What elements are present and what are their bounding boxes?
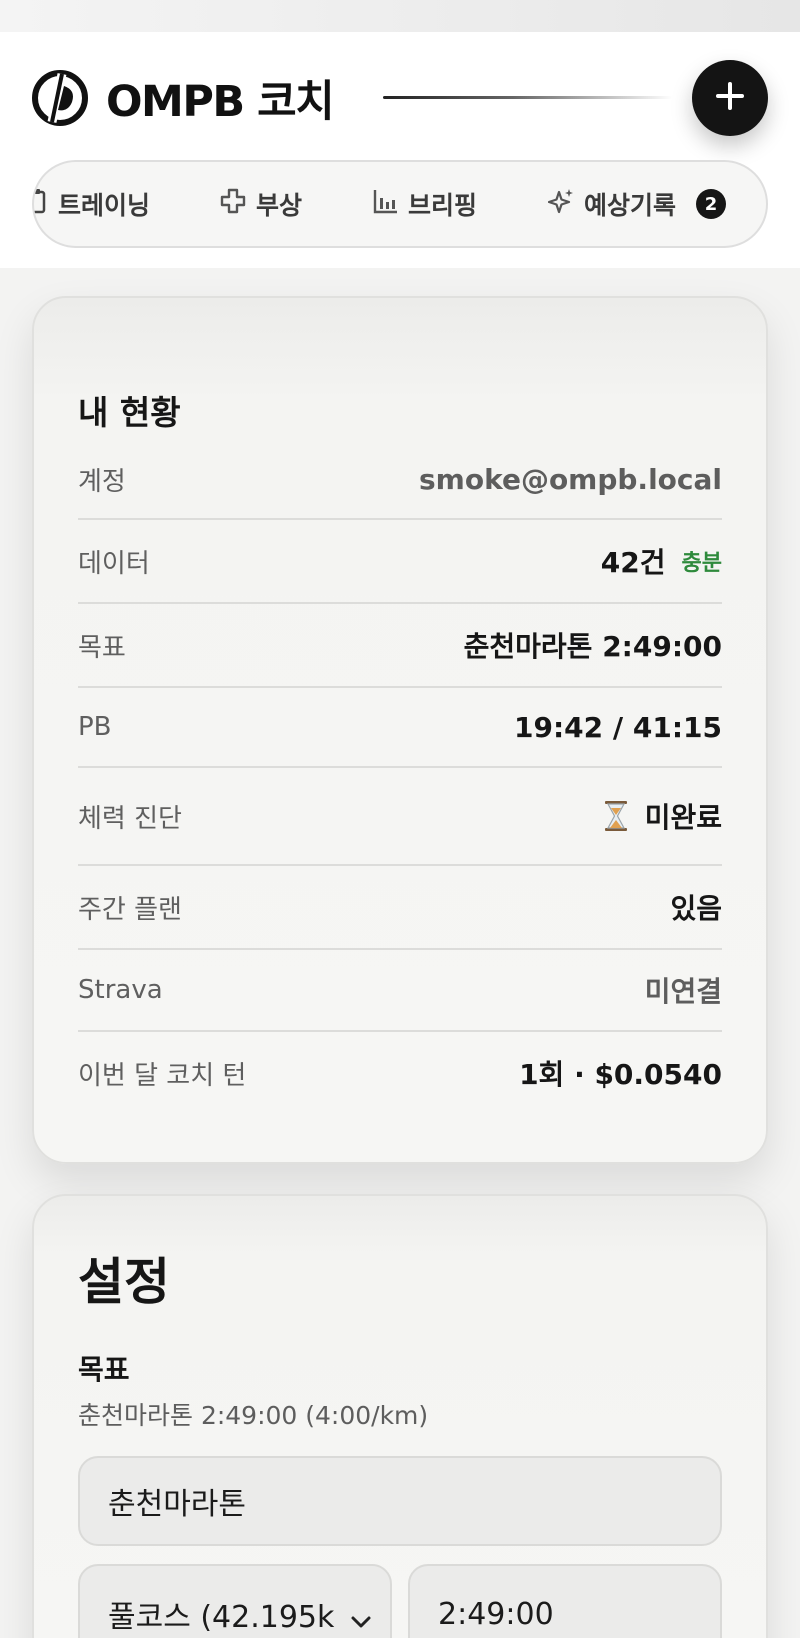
status-title: 내 현황 — [78, 393, 181, 432]
status-row-pb: PB 19:42 / 41:15 — [78, 688, 722, 768]
race-name-value: 춘천마라톤 — [108, 1487, 246, 1522]
row-label: 계정 — [78, 466, 126, 497]
hourglass-icon — [603, 800, 629, 832]
distance-value: 풀코스 (42.195k — [108, 1600, 335, 1635]
row-label: Strava — [78, 975, 163, 1005]
goal-value: 춘천마라톤 2:49:00 — [463, 630, 722, 663]
top-strip — [0, 0, 800, 32]
account-email: smoke@ompb.local — [419, 462, 722, 496]
data-count: 42건 충분 — [601, 541, 722, 581]
app-header: OMPB 코치 트레이닝 부상 브리핑 예상기록 2 — [0, 32, 800, 268]
pb-value: 19:42 / 41:15 — [514, 710, 722, 744]
tab-training[interactable]: 트레이닝 — [34, 162, 151, 246]
sparkle-icon — [547, 188, 584, 220]
settings-title: 설정 — [78, 1253, 170, 1311]
fitness-value: 미완료 — [644, 801, 722, 834]
plus-icon — [715, 81, 745, 115]
data-count-value: 42건 — [600, 546, 666, 579]
status-row-goal: 목표 춘천마라톤 2:49:00 — [78, 604, 722, 688]
brand[interactable]: OMPB 코치 — [32, 70, 335, 127]
tab-training-label: 트레이닝 — [58, 191, 151, 220]
status-row-weekly-plan: 주간 플랜 있음 — [78, 866, 722, 950]
status-row-account: 계정 smoke@ompb.local — [78, 440, 722, 520]
medical-cross-icon — [220, 188, 256, 220]
status-card: 내 현황 계정 smoke@ompb.local 데이터 42건 충분 목표 춘… — [32, 296, 768, 1164]
row-label: 주간 플랜 — [78, 894, 182, 925]
tab-injury-label: 부상 — [256, 191, 303, 220]
tab-briefing[interactable]: 브리핑 — [372, 162, 477, 246]
row-label: 체력 진단 — [78, 803, 182, 834]
brand-name: OMPB 코치 — [106, 77, 335, 127]
bar-chart-icon — [372, 188, 408, 220]
target-time-input[interactable]: 2:49:00 — [408, 1564, 722, 1638]
row-label: 데이터 — [78, 548, 150, 579]
status-row-strava: Strava 미연결 — [78, 950, 722, 1032]
target-time-value: 2:49:00 — [438, 1596, 554, 1632]
tab-briefing-label: 브리핑 — [408, 191, 478, 220]
tab-injury[interactable]: 부상 — [220, 162, 302, 246]
status-row-data: 데이터 42건 충분 — [78, 520, 722, 604]
chevron-down-icon — [350, 1602, 372, 1637]
row-label: 이번 달 코치 턴 — [78, 1060, 247, 1091]
settings-card: 설정 목표 춘천마라톤 2:49:00 (4:00/km) 춘천마라톤 풀코스 … — [32, 1194, 768, 1638]
tab-prediction[interactable]: 예상기록 2 — [547, 162, 727, 246]
weekly-plan-value: 있음 — [670, 892, 722, 925]
strava-value: 미연결 — [644, 975, 722, 1008]
goal-heading: 목표 — [78, 1353, 130, 1386]
distance-select[interactable]: 풀코스 (42.195k — [78, 1564, 392, 1638]
tab-bar: 트레이닝 부상 브리핑 예상기록 2 — [32, 160, 768, 248]
row-label: PB — [78, 712, 112, 742]
coach-turns-value: 1회 · $0.0540 — [519, 1058, 722, 1091]
race-name-input[interactable]: 춘천마라톤 — [78, 1456, 722, 1546]
tab-prediction-label: 예상기록 — [584, 191, 677, 220]
status-row-fitness: 체력 진단 미완료 — [78, 768, 722, 866]
data-sufficient-tag: 충분 — [681, 551, 722, 576]
add-button[interactable] — [692, 60, 768, 136]
fitness-status: 미완료 — [603, 796, 722, 836]
row-label: 목표 — [78, 632, 126, 663]
clipboard-icon — [34, 188, 58, 220]
status-row-coach-turns: 이번 달 코치 턴 1회 · $0.0540 — [78, 1032, 722, 1114]
goal-summary: 춘천마라톤 2:49:00 (4:00/km) — [78, 1401, 429, 1430]
header-divider — [383, 96, 673, 99]
logo-icon — [32, 70, 88, 126]
notification-badge: 2 — [696, 189, 727, 219]
